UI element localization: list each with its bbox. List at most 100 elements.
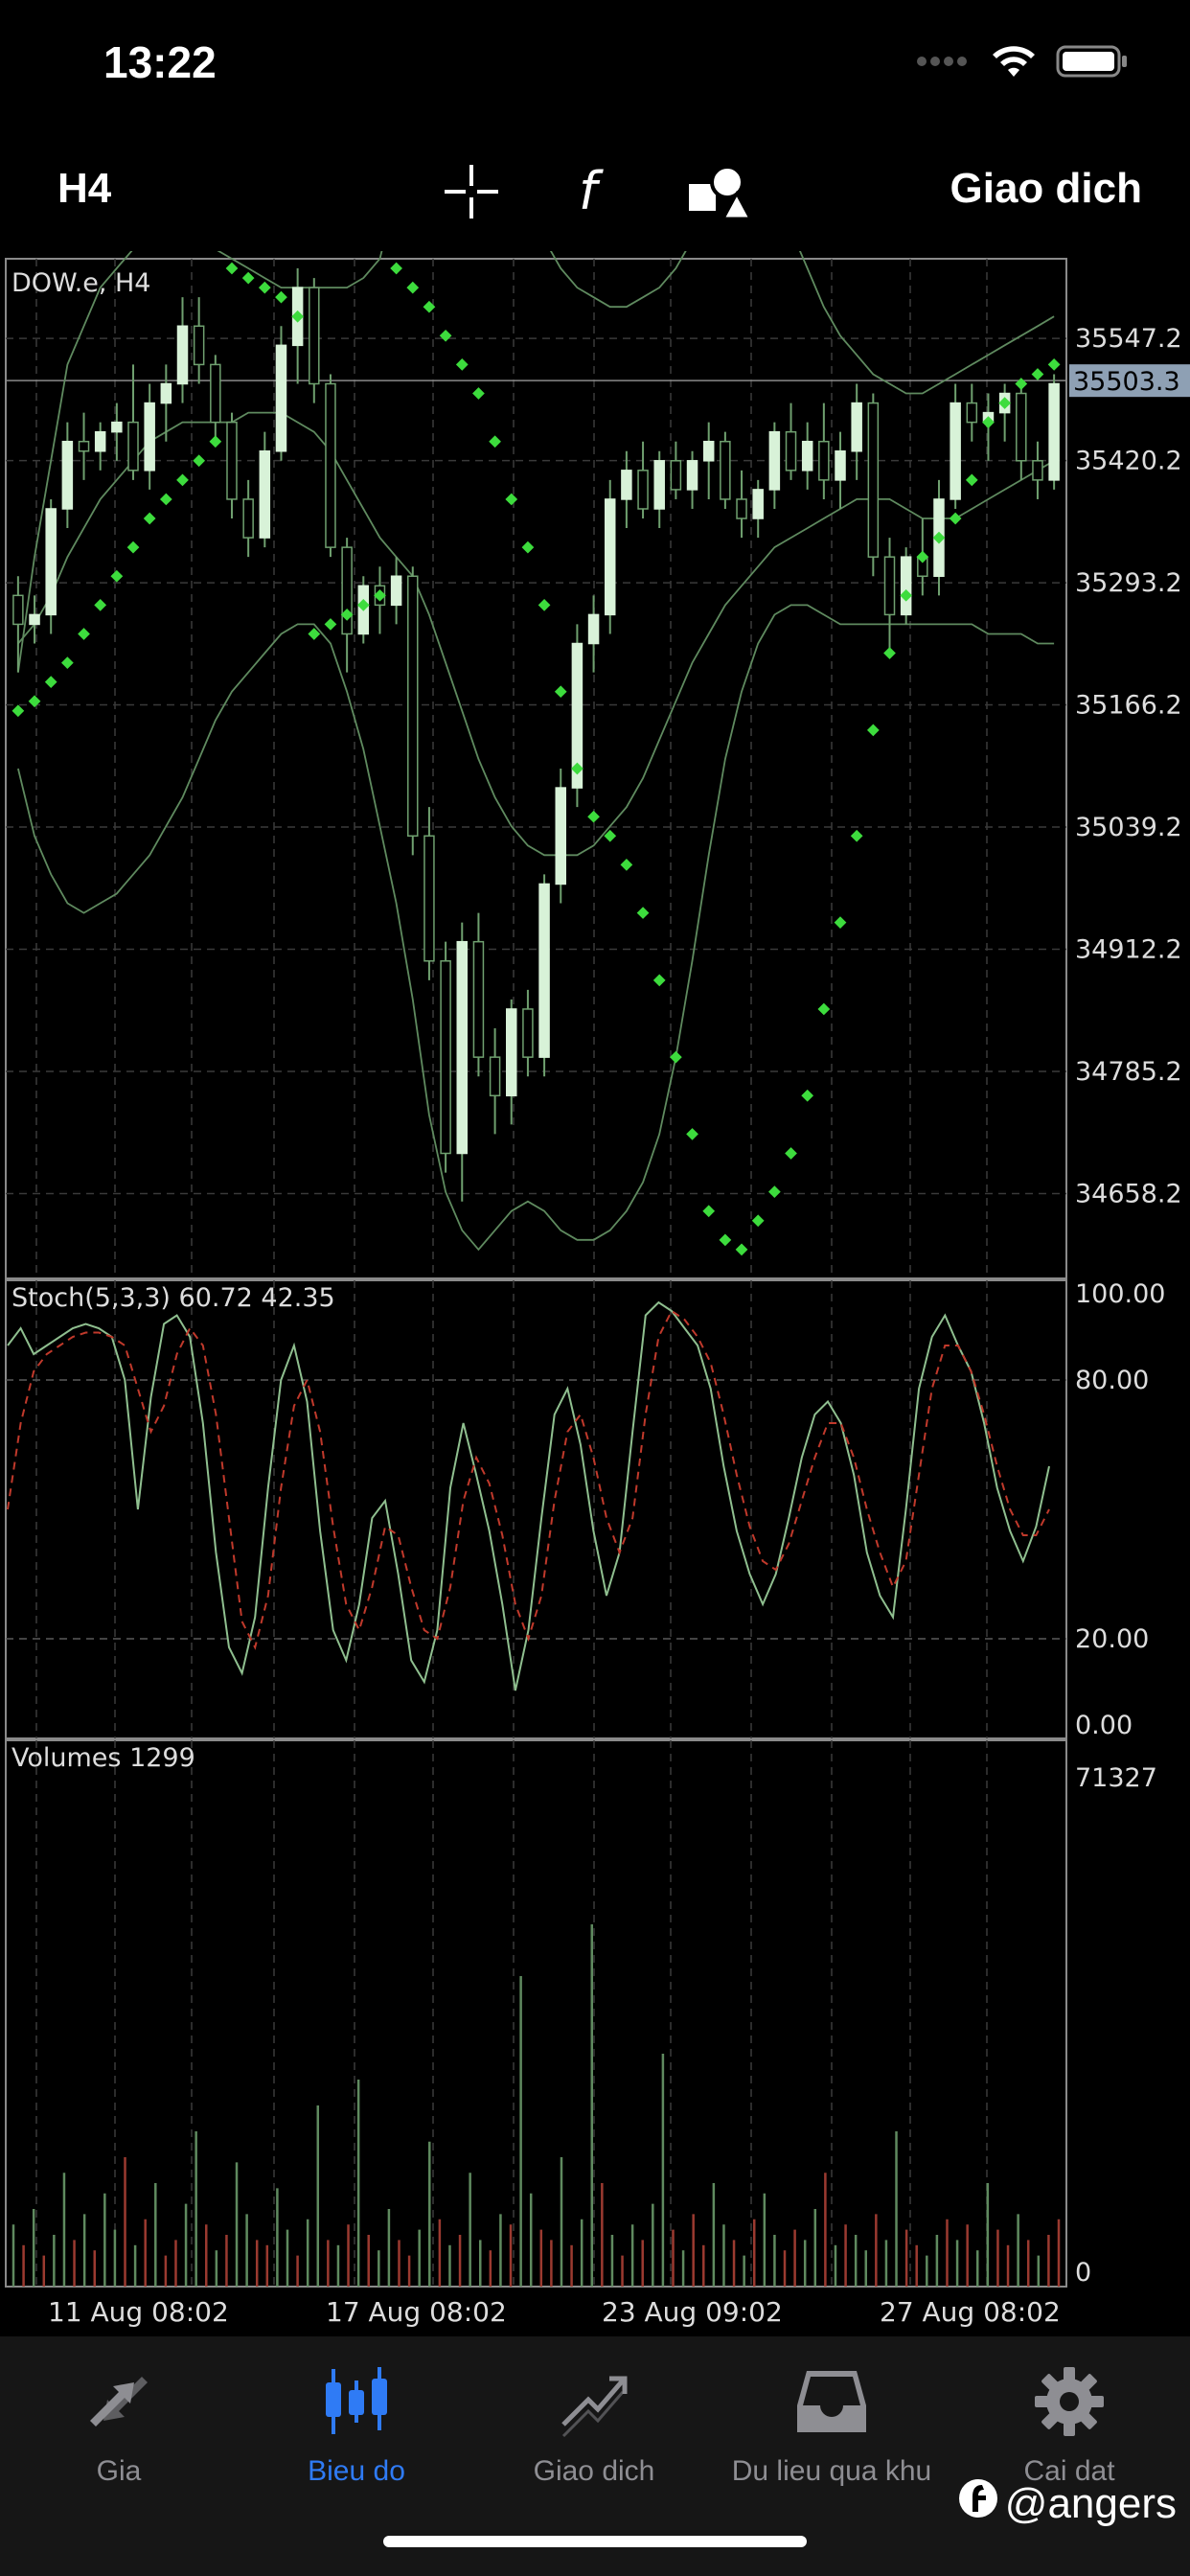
gear-icon [954, 2356, 1184, 2448]
sar-dot [801, 1089, 814, 1102]
candle-body [275, 344, 287, 452]
status-bar: 13:22 [0, 0, 1190, 134]
battery-icon [1056, 44, 1129, 83]
sar-dot [620, 859, 633, 871]
price-tick-label: 34912.2 [1075, 935, 1182, 965]
quotes-arrows-icon [4, 2356, 234, 2448]
sar-dot [472, 387, 485, 400]
candle-body [12, 594, 24, 626]
stoch-tick-label: 100.00 [1075, 1279, 1165, 1309]
sar-dot [834, 916, 847, 929]
date-tick-label: 11 Aug 08:02 [48, 2296, 229, 2328]
price-tick-label: 34785.2 [1075, 1057, 1182, 1087]
bollinger-lower [17, 604, 1055, 1252]
sar-dot [735, 1243, 748, 1256]
inbox-tray-icon [717, 2356, 947, 2448]
sar-dot [719, 1233, 732, 1247]
candle-body [160, 382, 172, 404]
candle-body [785, 430, 797, 472]
wifi-icon [991, 44, 1037, 83]
sar-dot [538, 598, 551, 611]
sar-dot [670, 1050, 682, 1064]
candle-body [768, 430, 781, 491]
sar-dot [439, 329, 452, 342]
tab-history[interactable]: Du lieu qua khu [717, 2356, 947, 2488]
sar-dot [94, 598, 107, 611]
tab-chart[interactable]: Bieu do [241, 2356, 471, 2488]
sar-dot [455, 358, 469, 371]
sar-dot [949, 512, 962, 525]
tab-trade[interactable]: Giao dich [479, 2356, 709, 2488]
candle-body [818, 440, 830, 481]
candle-body [440, 960, 451, 1155]
bollinger-mid [17, 411, 1055, 857]
indicators-icon[interactable]: f [565, 161, 627, 222]
sar-dot [686, 1128, 698, 1140]
sar-dot [751, 1214, 765, 1228]
crosshair-icon[interactable] [441, 161, 502, 222]
timeframe-button[interactable]: H4 [57, 165, 111, 213]
candle-body [736, 498, 747, 519]
brand-logo-icon [957, 2477, 999, 2530]
svg-text:f: f [579, 161, 604, 221]
stoch-panel [5, 1279, 1067, 1739]
price-chart[interactable]: 35547.2 35420.2 35293.2 35166.2 35039.2 34912… [0, 251, 1190, 2340]
main-panel [5, 258, 1067, 1279]
main-chart-title: DOW.e, H4 [11, 268, 150, 298]
tab-label: Giao dich [533, 2455, 655, 2487]
watermark: @angers [957, 2477, 1177, 2530]
candle-body [61, 440, 74, 510]
tab-quotes[interactable]: Gia [4, 2356, 234, 2488]
sar-dot [78, 628, 90, 640]
sar-dot [193, 454, 206, 468]
trade-trend-icon [479, 2356, 709, 2448]
current-price-label: 35503.3 [1073, 367, 1180, 397]
candle-body [226, 421, 238, 500]
sar-dot [225, 262, 239, 275]
date-tick-label: 27 Aug 08:02 [880, 2296, 1061, 2328]
sar-dot [176, 473, 189, 487]
sar-dot [817, 1002, 831, 1016]
candle-body [637, 470, 649, 510]
candles-icon [241, 2356, 471, 2448]
candle-body [127, 421, 139, 472]
sar-dot [209, 435, 222, 448]
trade-button[interactable]: Giao dich [950, 165, 1142, 213]
candle-body [702, 440, 715, 462]
candle-body [78, 440, 90, 452]
sar-dot [850, 829, 863, 842]
candle-body [883, 556, 896, 616]
sar-dot [258, 281, 271, 294]
sar-dot [767, 1185, 781, 1199]
sar-dot [866, 724, 880, 737]
sar-dot [554, 685, 567, 699]
candle-body [144, 402, 155, 472]
volume-panel [5, 1739, 1067, 2288]
candle-body [242, 498, 254, 539]
sar-dot [275, 290, 287, 304]
objects-icon[interactable] [685, 161, 753, 222]
candle-body [801, 440, 813, 472]
chart-toolbar: H4 f Giao dich [0, 144, 1190, 240]
price-tick-label: 34658.2 [1075, 1179, 1182, 1208]
candle-body [621, 470, 632, 500]
status-icons [916, 44, 1129, 83]
sar-dot [521, 540, 535, 554]
sar-dot [126, 540, 140, 554]
tab-settings[interactable]: Cai dat [954, 2356, 1184, 2488]
date-tick-label: 17 Aug 08:02 [326, 2296, 507, 2328]
candle-body [587, 613, 600, 645]
sar-dot [110, 569, 124, 583]
candle-body [29, 613, 40, 626]
stoch-tick-label: 20.00 [1075, 1624, 1149, 1654]
candle-body [538, 883, 550, 1058]
sar-dot [489, 435, 501, 448]
candle-body [670, 460, 682, 491]
sar-dot [159, 493, 172, 506]
candle-body [506, 1008, 517, 1097]
watermark-text: @angers [1004, 2479, 1177, 2527]
sar-dot [241, 271, 255, 285]
sar-dot [1031, 368, 1044, 380]
candle-body [111, 421, 123, 433]
sar-dot [505, 493, 518, 506]
